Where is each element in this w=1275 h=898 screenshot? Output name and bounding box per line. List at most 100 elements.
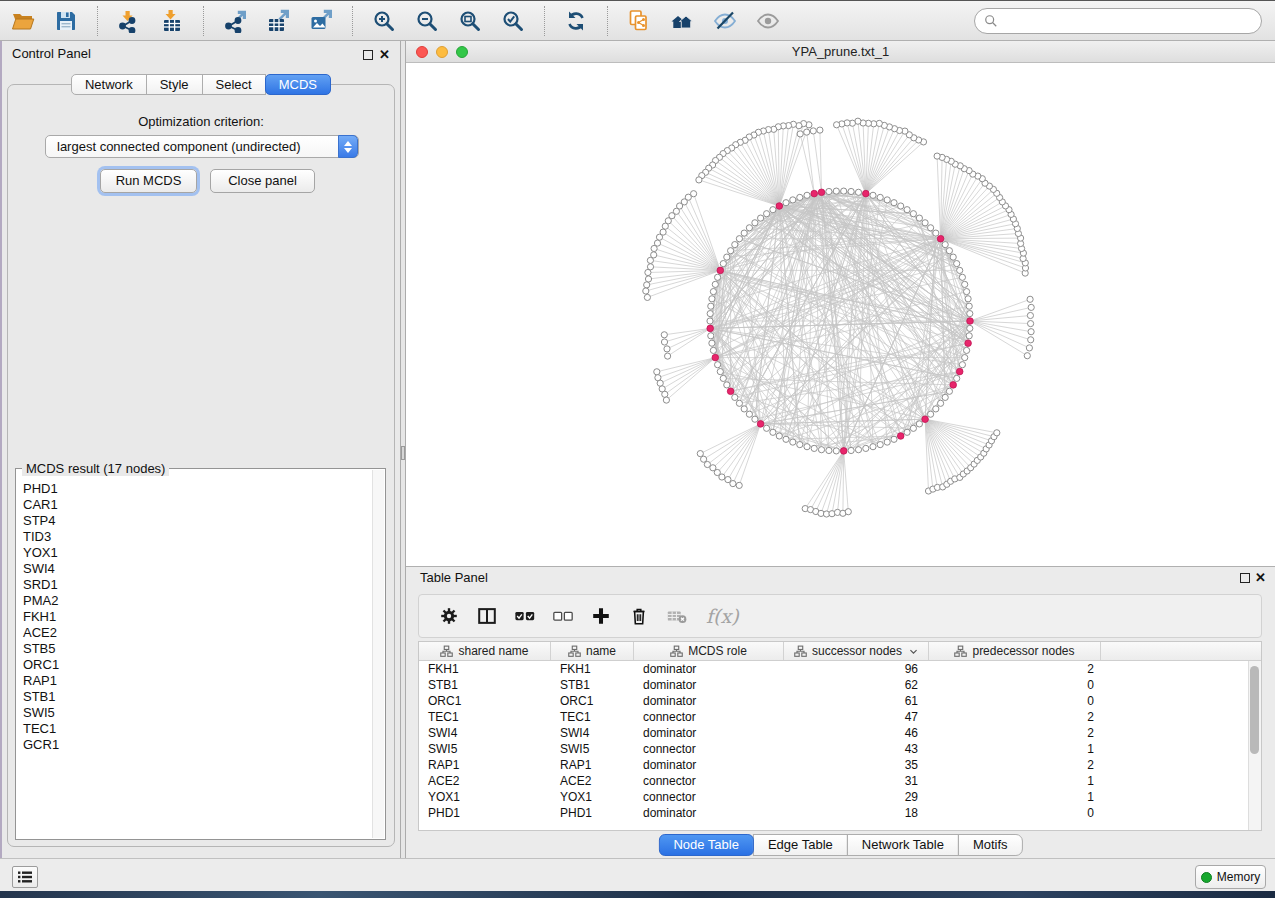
export-table-icon [266,9,290,33]
homes-icon [670,9,694,33]
close-table-panel-icon[interactable]: ✕ [1255,570,1266,586]
table-scrollbar[interactable] [1248,661,1261,830]
tab-node-table[interactable]: Node Table [658,834,754,856]
column-header-successor-nodes[interactable]: successor nodes [784,642,929,660]
mcds-result-item[interactable]: RAP1 [23,673,372,689]
table-row[interactable]: TEC1TEC1connector472 [419,709,1248,725]
trash-icon [628,605,650,627]
cell-MCDS-role: dominator [634,661,784,677]
refresh-layout-button[interactable] [563,8,589,34]
cell-predecessor-nodes: 0 [929,805,1101,821]
network-canvas[interactable] [406,63,1275,566]
delete-column-button[interactable] [628,605,650,627]
table-row[interactable]: SWI5SWI5connector431 [419,741,1248,757]
scrollbar-thumb[interactable] [1250,666,1259,754]
import-network-button[interactable] [116,8,142,34]
cell-predecessor-nodes: 2 [929,725,1101,741]
table-row[interactable]: FKH1FKH1dominator962 [419,661,1248,677]
split-view-button[interactable] [476,605,498,627]
search-input[interactable] [1003,11,1261,31]
cell-name: FKH1 [551,661,634,677]
mcds-result-item[interactable]: SWI4 [23,561,372,577]
mcds-result-item[interactable]: ORC1 [23,657,372,673]
function-builder-button[interactable]: f(x) [706,605,739,627]
mcds-result-item[interactable]: YOX1 [23,545,372,561]
list-icon [17,870,33,884]
save-session-button[interactable] [53,8,79,34]
column-type-icon [568,645,581,658]
zoom-selected-button[interactable] [500,8,526,34]
splitter-grip[interactable] [401,446,405,460]
column-type-icon [794,645,807,658]
run-mcds-button[interactable]: Run MCDS [100,169,197,193]
mcds-result-item[interactable]: STB5 [23,641,372,657]
export-network-button[interactable] [222,8,248,34]
open-file-button[interactable] [10,8,36,34]
column-header-MCDS-role[interactable]: MCDS role [634,642,784,660]
mcds-result-item[interactable]: FKH1 [23,609,372,625]
task-history-button[interactable] [12,866,38,888]
mcds-result-item[interactable]: PMA2 [23,593,372,609]
clone-network-icon [627,9,651,33]
export-table-button[interactable] [265,8,291,34]
search-box[interactable] [974,8,1262,34]
network-view-titlebar: YPA_prune.txt_1 [406,41,1275,63]
tab-network-table[interactable]: Network Table [847,834,959,856]
control-panel: Control Panel ✕ NetworkStyleSelectMCDS O… [2,41,400,858]
tab-style[interactable]: Style [146,74,203,95]
zoom-in-icon [372,9,396,33]
zoom-fit-icon [458,9,482,33]
table-row[interactable]: STB1STB1dominator620 [419,677,1248,693]
cell-successor-nodes: 47 [784,709,929,725]
result-scrollbar[interactable] [372,470,384,838]
mcds-result-item[interactable]: PHD1 [23,481,372,497]
column-header-predecessor-nodes[interactable]: predecessor nodes [929,642,1101,660]
mcds-result-item[interactable]: ACE2 [23,625,372,641]
table-row[interactable]: YOX1YOX1connector291 [419,789,1248,805]
column-header-shared-name[interactable]: shared name [419,642,551,660]
mcds-result-item[interactable]: STB1 [23,689,372,705]
deselect-all-button[interactable] [552,605,574,627]
table-row[interactable]: ACE2ACE2connector311 [419,773,1248,789]
mcds-result-item[interactable]: TID3 [23,529,372,545]
float-window-icon[interactable] [363,50,373,60]
close-panel-button[interactable]: Close panel [210,169,315,193]
tab-select[interactable]: Select [202,74,266,95]
criterion-select[interactable]: largest connected component (undirected) [45,135,359,158]
table-row[interactable]: ORC1ORC1dominator610 [419,693,1248,709]
show-all-networks-button[interactable] [669,8,695,34]
hide-selected-button[interactable] [712,8,738,34]
close-panel-icon[interactable]: ✕ [379,47,390,63]
mcds-result-item[interactable]: SRD1 [23,577,372,593]
mcds-result-item[interactable]: GCR1 [23,737,372,753]
tab-edge-table[interactable]: Edge Table [753,834,848,856]
show-eye-button[interactable] [755,8,781,34]
select-all-button[interactable] [514,605,536,627]
table-row[interactable]: PHD1PHD1dominator180 [419,805,1248,821]
table-row[interactable]: SWI4SWI4dominator462 [419,725,1248,741]
mcds-result-item[interactable]: CAR1 [23,497,372,513]
export-image-button[interactable] [308,8,334,34]
zoom-in-button[interactable] [371,8,397,34]
delete-table-button[interactable] [666,605,688,627]
zoom-out-button[interactable] [414,8,440,34]
zoom-fit-button[interactable] [457,8,483,34]
table-row[interactable]: RAP1RAP1dominator352 [419,757,1248,773]
mcds-result-item[interactable]: STP4 [23,513,372,529]
float-table-panel-icon[interactable] [1240,573,1250,583]
import-network-icon [117,9,141,33]
cell-shared-name: TEC1 [419,709,551,725]
clone-network-button[interactable] [626,8,652,34]
cell-MCDS-role: dominator [634,725,784,741]
toolbar-separator [544,6,545,36]
tab-motifs[interactable]: Motifs [958,834,1023,856]
tab-network[interactable]: Network [71,74,147,95]
import-table-button[interactable] [159,8,185,34]
gear-button[interactable] [438,605,460,627]
tab-mcds[interactable]: MCDS [265,74,331,95]
add-column-button[interactable] [590,605,612,627]
mcds-result-item[interactable]: SWI5 [23,705,372,721]
column-header-name[interactable]: name [551,642,634,660]
memory-button[interactable]: Memory [1195,865,1266,889]
mcds-result-item[interactable]: TEC1 [23,721,372,737]
